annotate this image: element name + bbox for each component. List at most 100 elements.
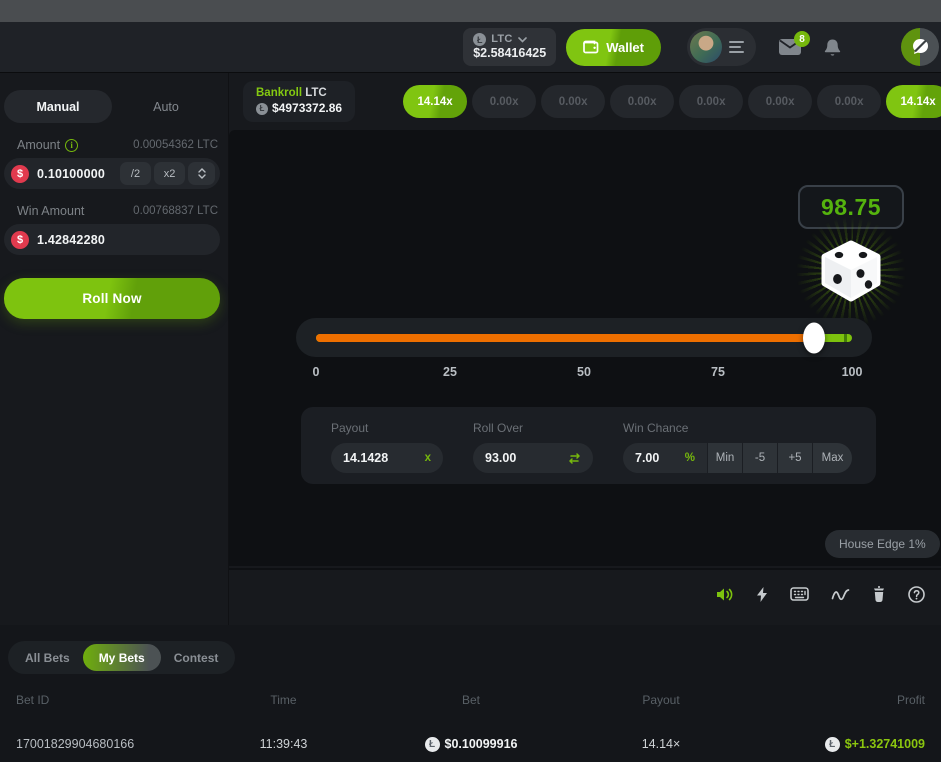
dice-viewport: 98.75 0 25 [229,130,941,566]
col-time: Time [191,693,376,707]
roll-over-value[interactable]: 93.00 [485,451,568,465]
min-button[interactable]: Min [707,443,742,473]
win-chance-value[interactable]: 7.00 [635,451,677,465]
stats-button[interactable] [831,588,850,601]
seed-icon [872,586,886,603]
help-button[interactable] [908,586,925,603]
col-bet: Bet [376,693,566,707]
win-chance-quick-buttons: Min -5 +5 Max [707,443,852,473]
payout-cell: 14.14× [566,737,756,751]
multiplier-chip[interactable]: 0.00x [472,85,536,118]
bets-tabs: All Bets My Bets Contest [8,641,235,674]
multiplier-chip[interactable]: 14.14x [886,85,941,118]
bet-panel: Manual Auto Amount i 0.00054362 LTC $ 0.… [0,73,228,625]
payout-value[interactable]: 14.1428 [343,451,417,465]
tab-manual[interactable]: Manual [4,90,112,123]
litecoin-icon: Ł [473,33,486,46]
notifications-button[interactable] [824,38,841,57]
instant-bet-button[interactable] [756,586,768,603]
slider-fill [316,334,814,342]
plus-5-button[interactable]: +5 [777,443,812,473]
house-edge-badge: House Edge 1% [825,530,940,558]
bet-cell: Ł $0.10099916 [376,737,566,752]
swap-icon[interactable] [568,453,581,464]
tick-label: 75 [711,365,725,379]
roll-over-input[interactable]: 93.00 [473,443,593,473]
chevron-down-icon [198,174,206,179]
bets-table-header: Bet ID Time Bet Payout Profit [0,693,941,707]
max-button[interactable]: Max [812,443,852,473]
win-amount-value[interactable]: 1.42842280 [37,233,215,247]
user-menu[interactable] [687,28,756,66]
chat-disabled-icon [911,38,930,56]
volume-icon [716,587,734,602]
multiplier-chip[interactable]: 0.00x [817,85,881,118]
litecoin-icon: Ł [256,103,268,115]
mail-badge: 8 [794,31,810,47]
slider-track[interactable] [316,334,852,342]
tab-all-bets[interactable]: All Bets [12,651,83,665]
provably-fair-button[interactable] [872,586,886,603]
table-row[interactable]: 17001829904680166 11:39:43 Ł $0.10099916… [0,726,941,762]
tab-auto[interactable]: Auto [112,100,220,114]
tick-label: 25 [443,365,457,379]
roll-slider[interactable] [296,318,872,357]
window-chrome-strip [0,0,941,22]
multiplier-chip[interactable]: 0.00x [610,85,674,118]
roll-over-label: Roll Over [473,421,593,435]
navbar: Ł LTC $2.58416425 Wallet 8 [0,22,941,73]
multiplier-chip[interactable]: 0.00x [541,85,605,118]
tab-contest[interactable]: Contest [161,651,232,665]
double-bet-button[interactable]: x2 [154,162,185,185]
dollar-coin-icon: $ [11,165,29,183]
profit-cell: Ł $+1.32741009 [756,737,925,752]
col-payout: Payout [566,693,756,707]
chevron-down-icon [518,37,527,43]
messages-button[interactable]: 8 [778,38,802,56]
tab-my-bets[interactable]: My Bets [83,644,161,671]
bankroll-value: $4973372.86 [272,101,342,117]
info-icon[interactable]: i [65,139,78,152]
col-profit: Profit [756,693,925,707]
multiplier-history: 14.14x 0.00x 0.00x 0.00x 0.00x 0.00x 0.0… [403,85,941,118]
currency-balance: $2.58416425 [473,46,546,60]
amount-label: Amount i [17,138,78,152]
sound-button[interactable] [716,587,734,602]
trend-line-icon [831,588,850,601]
currency-code: LTC [491,33,512,46]
col-bet-id: Bet ID [16,693,191,707]
wallet-button[interactable]: Wallet [566,29,661,66]
game-toolbar [229,568,941,618]
win-amount-label: Win Amount [17,204,84,218]
amount-value[interactable]: 0.10100000 [37,167,117,181]
amount-input[interactable]: $ 0.10100000 /2 x2 [4,158,220,189]
bankroll-label: Bankroll [256,87,302,99]
win-chance-label: Win Chance [623,421,852,435]
wallet-label: Wallet [606,40,644,55]
keyboard-icon [790,587,809,601]
chat-toggle-button[interactable] [901,28,939,66]
bankroll-currency: LTC [305,87,327,99]
bankroll-display[interactable]: Bankroll LTC Ł $4973372.86 [243,81,355,122]
hotkeys-button[interactable] [790,587,809,601]
win-chance-input[interactable]: 7.00 % [623,443,707,473]
amount-stepper[interactable] [188,162,215,185]
tick-label: 100 [842,365,863,379]
bets-section: All Bets My Bets Contest Bet ID Time Bet… [0,625,941,750]
multiplier-chip[interactable]: 14.14x [403,85,467,118]
win-amount-input[interactable]: $ 1.42842280 [4,224,220,255]
amount-converted: 0.00054362 LTC [133,139,218,151]
slider-thumb[interactable] [803,322,825,353]
chevron-up-icon [198,168,206,173]
payout-input[interactable]: 14.1428 x [331,443,443,473]
multiplier-chip[interactable]: 0.00x [679,85,743,118]
currency-selector[interactable]: Ł LTC $2.58416425 [463,28,556,66]
payout-label: Payout [331,421,443,435]
multiplier-chip[interactable]: 0.00x [748,85,812,118]
minus-5-button[interactable]: -5 [742,443,777,473]
half-bet-button[interactable]: /2 [120,162,151,185]
slider-end-tick [844,334,847,342]
slider-ticks: 0 25 50 75 100 [316,365,852,381]
time-cell: 11:39:43 [191,737,376,751]
roll-now-button[interactable]: Roll Now [4,278,220,319]
